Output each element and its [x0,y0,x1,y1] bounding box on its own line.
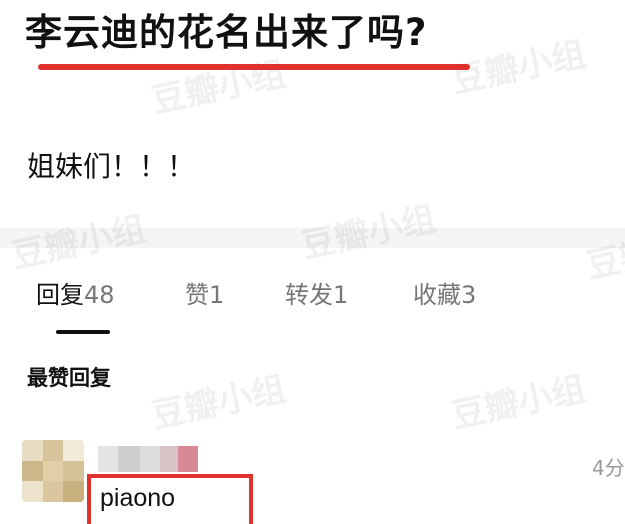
post-tabs: 回复48 赞1 转发1 收藏3 [0,275,625,335]
tab-count: 1 [333,281,349,309]
tab-replies[interactable]: 回复48 [36,275,115,310]
active-tab-indicator [56,330,110,334]
section-heading-top-replies: 最赞回复 [27,366,111,390]
reply-username[interactable]: piaono [100,484,175,513]
tab-reposts[interactable]: 转发1 [285,275,348,310]
tab-label: 转发 [285,281,333,309]
post-body: 姐妹们！！！ [27,150,196,183]
avatar[interactable] [22,440,84,502]
tab-count: 3 [461,281,477,309]
reply-timestamp: 4分 [592,456,625,480]
tab-count: 1 [209,281,225,309]
title-highlight-underline [38,64,470,70]
post-title: 李云迪的花名出来了吗? [25,11,428,54]
screenshot-band [0,228,625,248]
tab-likes[interactable]: 赞1 [185,275,224,310]
blurred-name-redaction [98,446,198,472]
watermark: 豆瓣小组 [448,369,590,437]
tab-label: 收藏 [413,281,461,309]
tab-count: 48 [84,281,115,309]
tab-label: 回复 [36,281,84,309]
tab-favorites[interactable]: 收藏3 [413,275,476,310]
tab-label: 赞 [185,281,209,309]
watermark: 豆瓣小组 [148,369,290,437]
watermark: 豆瓣小组 [148,54,290,122]
